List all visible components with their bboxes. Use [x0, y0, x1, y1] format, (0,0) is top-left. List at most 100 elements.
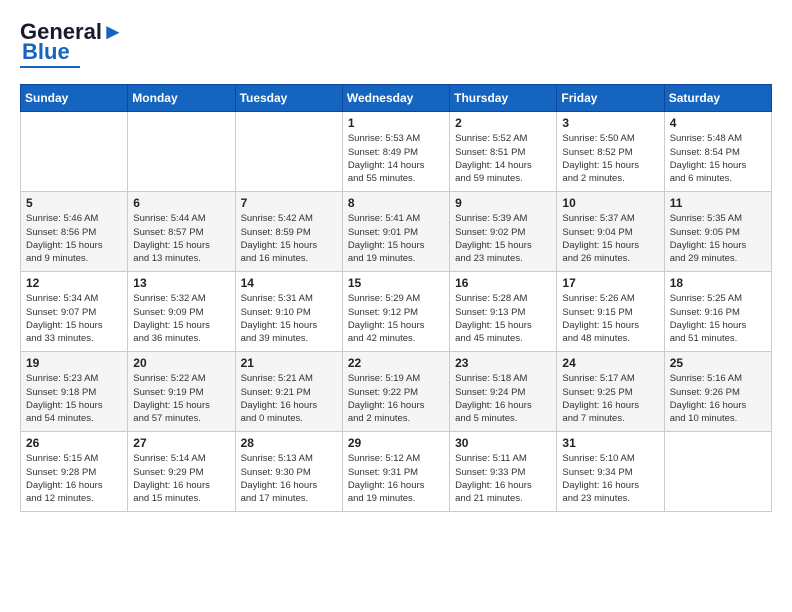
day-number: 31	[562, 436, 658, 450]
day-number: 12	[26, 276, 122, 290]
calendar-day-cell	[21, 112, 128, 192]
calendar-day-cell	[664, 432, 771, 512]
weekday-header-cell: Saturday	[664, 85, 771, 112]
day-number: 20	[133, 356, 229, 370]
calendar-day-cell: 26 Sunrise: 5:15 AM Sunset: 9:28 PM Dayli…	[21, 432, 128, 512]
calendar-day-cell	[235, 112, 342, 192]
day-number: 14	[241, 276, 337, 290]
calendar-day-cell: 10 Sunrise: 5:37 AM Sunset: 9:04 PM Dayli…	[557, 192, 664, 272]
calendar-day-cell: 11Sunrise: 5:35 AM Sunset: 9:05 PM Dayli…	[664, 192, 771, 272]
day-info: Sunrise: 5:39 AM Sunset: 9:02 PM Dayligh…	[455, 212, 551, 265]
day-info: Sunrise: 5:29 AM Sunset: 9:12 PM Dayligh…	[348, 292, 444, 345]
weekday-header-row: SundayMondayTuesdayWednesdayThursdayFrid…	[21, 85, 772, 112]
day-number: 21	[241, 356, 337, 370]
day-info: Sunrise: 5:22 AM Sunset: 9:19 PM Dayligh…	[133, 372, 229, 425]
calendar-day-cell	[128, 112, 235, 192]
day-number: 30	[455, 436, 551, 450]
page-header: General► Blue	[20, 20, 772, 68]
calendar-day-cell: 24 Sunrise: 5:17 AM Sunset: 9:25 PM Dayli…	[557, 352, 664, 432]
calendar-day-cell: 20 Sunrise: 5:22 AM Sunset: 9:19 PM Dayli…	[128, 352, 235, 432]
day-info: Sunrise: 5:44 AM Sunset: 8:57 PM Dayligh…	[133, 212, 229, 265]
calendar-day-cell: 13 Sunrise: 5:32 AM Sunset: 9:09 PM Dayli…	[128, 272, 235, 352]
day-info: Sunrise: 5:19 AM Sunset: 9:22 PM Dayligh…	[348, 372, 444, 425]
day-number: 17	[562, 276, 658, 290]
calendar-day-cell: 14 Sunrise: 5:31 AM Sunset: 9:10 PM Dayli…	[235, 272, 342, 352]
calendar-week-row: 19Sunrise: 5:23 AM Sunset: 9:18 PM Dayli…	[21, 352, 772, 432]
day-info: Sunrise: 5:17 AM Sunset: 9:25 PM Dayligh…	[562, 372, 658, 425]
day-info: Sunrise: 5:23 AM Sunset: 9:18 PM Dayligh…	[26, 372, 122, 425]
day-number: 4	[670, 116, 766, 130]
day-info: Sunrise: 5:21 AM Sunset: 9:21 PM Dayligh…	[241, 372, 337, 425]
day-number: 8	[348, 196, 444, 210]
day-info: Sunrise: 5:16 AM Sunset: 9:26 PM Dayligh…	[670, 372, 766, 425]
day-number: 6	[133, 196, 229, 210]
calendar-day-cell: 27 Sunrise: 5:14 AM Sunset: 9:29 PM Dayli…	[128, 432, 235, 512]
day-info: Sunrise: 5:52 AM Sunset: 8:51 PM Dayligh…	[455, 132, 551, 185]
calendar-day-cell: 1 Sunrise: 5:53 AM Sunset: 8:49 PM Daylig…	[342, 112, 449, 192]
calendar-day-cell: 23 Sunrise: 5:18 AM Sunset: 9:24 PM Dayli…	[450, 352, 557, 432]
day-number: 27	[133, 436, 229, 450]
day-info: Sunrise: 5:12 AM Sunset: 9:31 PM Dayligh…	[348, 452, 444, 505]
calendar-day-cell: 17Sunrise: 5:26 AM Sunset: 9:15 PM Dayli…	[557, 272, 664, 352]
day-info: Sunrise: 5:35 AM Sunset: 9:05 PM Dayligh…	[670, 212, 766, 265]
day-number: 13	[133, 276, 229, 290]
day-info: Sunrise: 5:42 AM Sunset: 8:59 PM Dayligh…	[241, 212, 337, 265]
calendar-day-cell: 31Sunrise: 5:10 AM Sunset: 9:34 PM Dayli…	[557, 432, 664, 512]
calendar-day-cell: 25 Sunrise: 5:16 AM Sunset: 9:26 PM Dayli…	[664, 352, 771, 432]
day-info: Sunrise: 5:15 AM Sunset: 9:28 PM Dayligh…	[26, 452, 122, 505]
calendar-day-cell: 6 Sunrise: 5:44 AM Sunset: 8:57 PM Daylig…	[128, 192, 235, 272]
weekday-header-cell: Monday	[128, 85, 235, 112]
day-number: 2	[455, 116, 551, 130]
calendar-day-cell: 9 Sunrise: 5:39 AM Sunset: 9:02 PM Daylig…	[450, 192, 557, 272]
calendar-day-cell: 15 Sunrise: 5:29 AM Sunset: 9:12 PM Dayli…	[342, 272, 449, 352]
day-info: Sunrise: 5:32 AM Sunset: 9:09 PM Dayligh…	[133, 292, 229, 345]
calendar-day-cell: 21 Sunrise: 5:21 AM Sunset: 9:21 PM Dayli…	[235, 352, 342, 432]
calendar-day-cell: 18 Sunrise: 5:25 AM Sunset: 9:16 PM Dayli…	[664, 272, 771, 352]
day-number: 15	[348, 276, 444, 290]
day-number: 25	[670, 356, 766, 370]
calendar-day-cell: 12 Sunrise: 5:34 AM Sunset: 9:07 PM Dayli…	[21, 272, 128, 352]
day-info: Sunrise: 5:48 AM Sunset: 8:54 PM Dayligh…	[670, 132, 766, 185]
calendar-day-cell: 8Sunrise: 5:41 AM Sunset: 9:01 PM Daylig…	[342, 192, 449, 272]
day-info: Sunrise: 5:25 AM Sunset: 9:16 PM Dayligh…	[670, 292, 766, 345]
day-number: 24	[562, 356, 658, 370]
weekday-header-cell: Friday	[557, 85, 664, 112]
calendar-day-cell: 16Sunrise: 5:28 AM Sunset: 9:13 PM Dayli…	[450, 272, 557, 352]
calendar-week-row: 12 Sunrise: 5:34 AM Sunset: 9:07 PM Dayli…	[21, 272, 772, 352]
day-info: Sunrise: 5:34 AM Sunset: 9:07 PM Dayligh…	[26, 292, 122, 345]
day-number: 23	[455, 356, 551, 370]
day-number: 9	[455, 196, 551, 210]
day-number: 29	[348, 436, 444, 450]
day-info: Sunrise: 5:46 AM Sunset: 8:56 PM Dayligh…	[26, 212, 122, 265]
calendar-day-cell: 29 Sunrise: 5:12 AM Sunset: 9:31 PM Dayli…	[342, 432, 449, 512]
calendar-day-cell: 22Sunrise: 5:19 AM Sunset: 9:22 PM Dayli…	[342, 352, 449, 432]
day-number: 7	[241, 196, 337, 210]
day-info: Sunrise: 5:13 AM Sunset: 9:30 PM Dayligh…	[241, 452, 337, 505]
day-number: 26	[26, 436, 122, 450]
logo-blue-text: Blue	[22, 40, 70, 64]
logo-underline	[20, 66, 80, 68]
day-info: Sunrise: 5:37 AM Sunset: 9:04 PM Dayligh…	[562, 212, 658, 265]
calendar-week-row: 5 Sunrise: 5:46 AM Sunset: 8:56 PM Daylig…	[21, 192, 772, 272]
day-number: 16	[455, 276, 551, 290]
calendar-table: SundayMondayTuesdayWednesdayThursdayFrid…	[20, 84, 772, 512]
day-info: Sunrise: 5:18 AM Sunset: 9:24 PM Dayligh…	[455, 372, 551, 425]
day-number: 10	[562, 196, 658, 210]
day-info: Sunrise: 5:11 AM Sunset: 9:33 PM Dayligh…	[455, 452, 551, 505]
day-info: Sunrise: 5:31 AM Sunset: 9:10 PM Dayligh…	[241, 292, 337, 345]
day-number: 5	[26, 196, 122, 210]
day-info: Sunrise: 5:14 AM Sunset: 9:29 PM Dayligh…	[133, 452, 229, 505]
day-number: 1	[348, 116, 444, 130]
calendar-day-cell: 4 Sunrise: 5:48 AM Sunset: 8:54 PM Daylig…	[664, 112, 771, 192]
calendar-day-cell: 7 Sunrise: 5:42 AM Sunset: 8:59 PM Daylig…	[235, 192, 342, 272]
day-info: Sunrise: 5:53 AM Sunset: 8:49 PM Dayligh…	[348, 132, 444, 185]
calendar-day-cell: 5 Sunrise: 5:46 AM Sunset: 8:56 PM Daylig…	[21, 192, 128, 272]
calendar-day-cell: 19Sunrise: 5:23 AM Sunset: 9:18 PM Dayli…	[21, 352, 128, 432]
calendar-day-cell: 30 Sunrise: 5:11 AM Sunset: 9:33 PM Dayli…	[450, 432, 557, 512]
weekday-header-cell: Wednesday	[342, 85, 449, 112]
day-number: 28	[241, 436, 337, 450]
weekday-header-cell: Sunday	[21, 85, 128, 112]
calendar-week-row: 1 Sunrise: 5:53 AM Sunset: 8:49 PM Daylig…	[21, 112, 772, 192]
weekday-header-cell: Thursday	[450, 85, 557, 112]
day-number: 18	[670, 276, 766, 290]
